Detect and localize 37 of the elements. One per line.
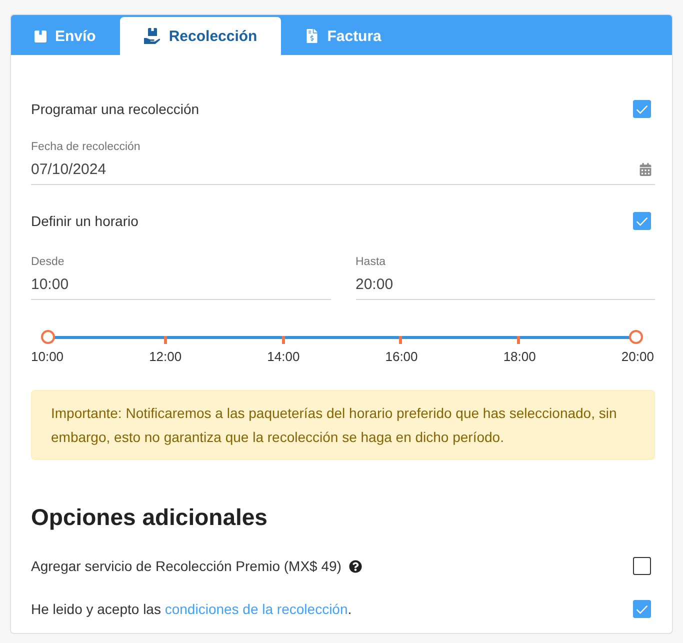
slider-handle[interactable] [629, 330, 643, 344]
checkbox-label: Agregar servicio de Recolección Premio (MX$ 49) [31, 557, 342, 576]
box-icon [34, 30, 47, 42]
checkmark-icon [636, 216, 648, 226]
checkbox-label: Definir un horario [31, 212, 138, 231]
checkmark-icon [636, 104, 648, 114]
tab[interactable]: Recolección [120, 17, 282, 55]
time-field[interactable]: 10:00 [31, 270, 330, 300]
checkmark-icon [636, 604, 648, 614]
tick-mark [516, 336, 520, 344]
checkbox-label: Programar una recolección [31, 100, 200, 119]
calendar-icon [639, 163, 652, 176]
tick-label: 12:00 [149, 349, 182, 365]
tick-mark [164, 336, 168, 344]
checkbox[interactable] [633, 557, 651, 575]
tick-label: 20:00 [621, 349, 654, 365]
checkbox-label: He leido y acepto las condiciones de la recolección. [31, 600, 352, 619]
checkbox[interactable] [633, 212, 651, 230]
checkbox[interactable] [633, 100, 651, 118]
field-label: Hasta [356, 255, 387, 269]
tick-mark [282, 336, 285, 344]
field-label: Desde [31, 255, 66, 269]
section-heading: Opciones adicionales [31, 503, 268, 532]
help-icon[interactable] [349, 560, 362, 572]
tick-label: 10:00 [31, 349, 64, 365]
field-label: Fecha de recolección [31, 140, 142, 154]
tick-mark [399, 336, 402, 344]
hand-holding-box-icon [144, 28, 161, 44]
notice-message: Importante: Notificaremos a las paqueterías del horario preferido que has seleccionado, sin embargo, esto no garantiza que la recolección se haga en dicho período. [31, 390, 655, 460]
tick-label: 14:00 [267, 349, 300, 365]
invoice-icon [305, 29, 320, 43]
tick-label: 16:00 [385, 349, 418, 365]
time-field[interactable]: 20:00 [356, 270, 655, 300]
slider-handle[interactable] [41, 330, 55, 344]
date-field[interactable]: 07/10/2024 [31, 155, 655, 185]
checkbox[interactable] [633, 600, 651, 618]
tick-label: 18:00 [503, 349, 536, 365]
